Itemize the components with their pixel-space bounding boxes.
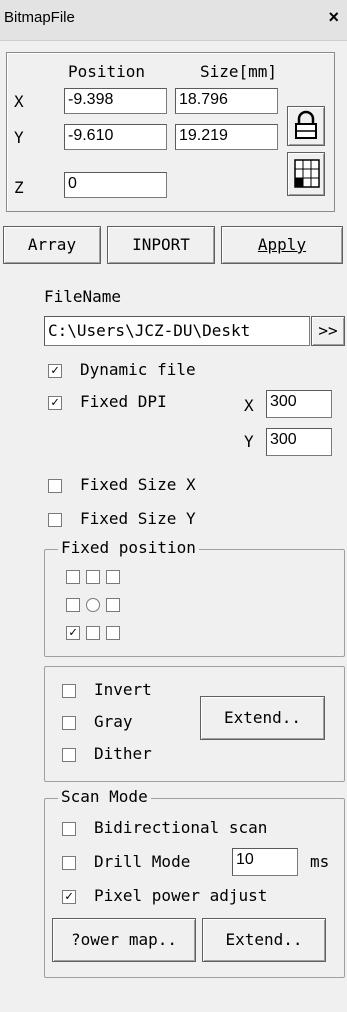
y-label: Y: [14, 128, 24, 147]
power-map-button[interactable]: ?ower map..: [52, 918, 196, 962]
invert-label: Invert: [94, 680, 152, 699]
close-icon[interactable]: ×: [328, 7, 339, 28]
x-position-field[interactable]: -9.398: [64, 88, 167, 114]
lock-icon: [295, 110, 317, 139]
filename-field[interactable]: C:\Users\JCZ-DU\Deskt: [44, 316, 310, 346]
transform-panel: [6, 52, 335, 212]
grid-icon: [294, 159, 320, 188]
dither-label: Dither: [94, 744, 152, 763]
browse-button[interactable]: >>: [311, 316, 345, 346]
z-field[interactable]: 0: [64, 172, 167, 198]
drill-mode-label: Drill Mode: [94, 852, 191, 871]
fixed-size-x-label: Fixed Size X: [80, 475, 196, 494]
drill-mode-field[interactable]: 10: [232, 848, 298, 876]
y-position-field[interactable]: -9.610: [64, 124, 167, 150]
scan-mode-title: Scan Mode: [58, 787, 151, 806]
bidirectional-checkbox[interactable]: [62, 822, 76, 836]
dpi-y-label: Y: [244, 432, 254, 451]
fixed-dpi-checkbox[interactable]: ✓: [48, 396, 62, 410]
anchor-top-left[interactable]: [66, 570, 80, 584]
x-label: X: [14, 92, 24, 111]
pixel-power-label: Pixel power adjust: [94, 886, 268, 905]
anchor-bottom-right[interactable]: [106, 626, 120, 640]
gray-label: Gray: [94, 712, 133, 731]
fixed-size-x-checkbox[interactable]: [48, 479, 62, 493]
window-title: BitmapFile: [4, 9, 75, 26]
invert-checkbox[interactable]: [62, 684, 76, 698]
y-size-field[interactable]: 19.219: [175, 124, 278, 150]
filename-label: FileName: [44, 287, 122, 306]
dpi-y-field[interactable]: 300: [266, 428, 332, 456]
dither-checkbox[interactable]: [62, 748, 76, 762]
image-extend-button[interactable]: Extend..: [200, 696, 325, 740]
bidirectional-label: Bidirectional scan: [94, 818, 268, 837]
fixed-position-title: Fixed position: [58, 538, 199, 557]
anchor-top-center[interactable]: [86, 570, 100, 584]
anchor-center-radio[interactable]: [86, 598, 100, 612]
anchor-grid-button[interactable]: [287, 152, 325, 196]
dynamic-file-checkbox[interactable]: ✓: [48, 364, 62, 378]
drill-mode-checkbox[interactable]: [62, 856, 76, 870]
anchor-bottom-left[interactable]: ✓: [66, 626, 80, 640]
dpi-x-field[interactable]: 300: [266, 390, 332, 418]
drill-mode-unit: ms: [310, 852, 330, 871]
anchor-top-right[interactable]: [106, 570, 120, 584]
fixed-size-y-label: Fixed Size Y: [80, 509, 196, 528]
import-button[interactable]: INPORT: [107, 226, 215, 264]
dynamic-file-label: Dynamic file: [80, 360, 196, 379]
dpi-x-label: X: [244, 396, 254, 415]
array-button[interactable]: Array: [3, 226, 101, 264]
apply-label: Apply: [257, 235, 307, 254]
anchor-middle-left[interactable]: [66, 598, 80, 612]
size-header: Size[mm]: [200, 62, 278, 81]
fixed-dpi-label: Fixed DPI: [80, 392, 167, 411]
z-label: Z: [14, 178, 24, 197]
pixel-power-checkbox[interactable]: ✓: [62, 890, 76, 904]
gray-checkbox[interactable]: [62, 716, 76, 730]
anchor-middle-right[interactable]: [106, 598, 120, 612]
apply-button[interactable]: Apply: [221, 226, 343, 264]
anchor-bottom-center[interactable]: [86, 626, 100, 640]
lock-button[interactable]: [287, 106, 325, 146]
fixed-size-y-checkbox[interactable]: [48, 513, 62, 527]
position-header: Position: [68, 62, 146, 81]
x-size-field[interactable]: 18.796: [175, 88, 278, 114]
scan-extend-button[interactable]: Extend..: [202, 918, 326, 962]
